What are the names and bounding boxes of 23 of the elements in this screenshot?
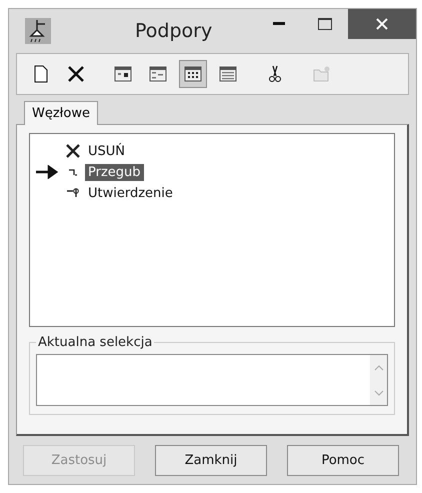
dialog-button[interactable]: Pomoc: [287, 445, 399, 476]
fixed-support-icon: [65, 186, 81, 200]
window-title: Podpory: [135, 20, 214, 42]
close-icon: [376, 18, 388, 30]
dialog-button[interactable]: Zamknij: [155, 445, 267, 476]
maximize-icon: [318, 18, 332, 30]
list-view-icon: [148, 64, 168, 84]
app-icon: [25, 18, 51, 44]
folder-icon: [312, 64, 332, 84]
tree-item[interactable]: USUŃ: [85, 142, 128, 160]
close-button[interactable]: [348, 9, 416, 39]
group-label: Aktualna selekcja: [37, 335, 154, 350]
table-view-icon: [218, 64, 238, 84]
tree-item[interactable]: Przegub: [85, 164, 144, 180]
grid-view-icon: [183, 64, 203, 84]
delete-icon: [65, 144, 81, 158]
minimize-icon: [273, 22, 285, 26]
delete-icon: [66, 64, 86, 84]
selection-field[interactable]: [36, 354, 388, 406]
toolbar-button[interactable]: [179, 60, 207, 88]
single-view-icon: [113, 64, 133, 84]
tab[interactable]: Węzłowe: [24, 101, 98, 125]
tree-item[interactable]: Utwierdzenie: [85, 184, 176, 202]
